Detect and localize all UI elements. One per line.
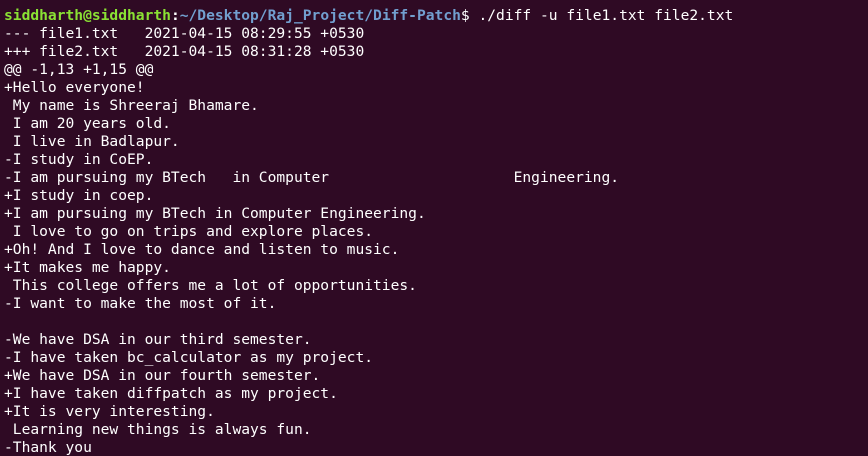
- prompt-user-host: siddharth@siddharth: [4, 7, 171, 24]
- diff-line: -I have taken bc_calculator as my projec…: [4, 349, 374, 366]
- diff-line: +I am pursuing my BTech in Computer Engi…: [4, 205, 426, 222]
- diff-output: --- file1.txt 2021-04-15 08:29:55 +0530 …: [4, 25, 868, 456]
- diff-line: -I want to make the most of it.: [4, 295, 277, 312]
- command-prompt-line: siddharth@siddharth:~/Desktop/Raj_Projec…: [4, 7, 868, 25]
- diff-line: +We have DSA in our fourth semester.: [4, 367, 321, 384]
- prompt-separator: :: [170, 7, 180, 24]
- diff-line: -Thank you: [4, 439, 92, 456]
- diff-hunk-header: @@ -1,13 +1,15 @@: [4, 61, 154, 78]
- diff-line: +Oh! And I love to dance and listen to m…: [4, 241, 400, 258]
- diff-line: -We have DSA in our third semester.: [4, 331, 312, 348]
- diff-header-new: +++ file2.txt 2021-04-15 08:31:28 +0530: [4, 43, 365, 60]
- typed-command: ./diff -u file1.txt file2.txt: [469, 7, 734, 24]
- diff-line: +It is very interesting.: [4, 403, 215, 420]
- diff-line: Learning new things is always fun.: [4, 421, 312, 438]
- diff-line: +I study in coep.: [4, 187, 154, 204]
- prompt-symbol: $: [460, 7, 470, 24]
- prompt-path: ~/Desktop/Raj_Project/Diff-Patch: [179, 7, 461, 24]
- diff-line: +It makes me happy.: [4, 259, 171, 276]
- diff-line: I am 20 years old.: [4, 115, 171, 132]
- diff-line: My name is Shreeraj Bhamare.: [4, 97, 259, 114]
- diff-line: I love to go on trips and explore places…: [4, 223, 374, 240]
- diff-line: -I am pursuing my BTech in Computer Engi…: [4, 169, 620, 186]
- diff-line: +Hello everyone!: [4, 79, 145, 96]
- diff-header-old: --- file1.txt 2021-04-15 08:29:55 +0530: [4, 25, 365, 42]
- diff-line: I live in Badlapur.: [4, 133, 180, 150]
- diff-line: This college offers me a lot of opportun…: [4, 277, 417, 294]
- diff-line: -I study in CoEP.: [4, 151, 154, 168]
- diff-line: +I have taken diffpatch as my project.: [4, 385, 338, 402]
- diff-blank-line: [4, 313, 868, 331]
- terminal-window[interactable]: siddharth@siddharth:~/Desktop/Raj_Projec…: [0, 0, 868, 456]
